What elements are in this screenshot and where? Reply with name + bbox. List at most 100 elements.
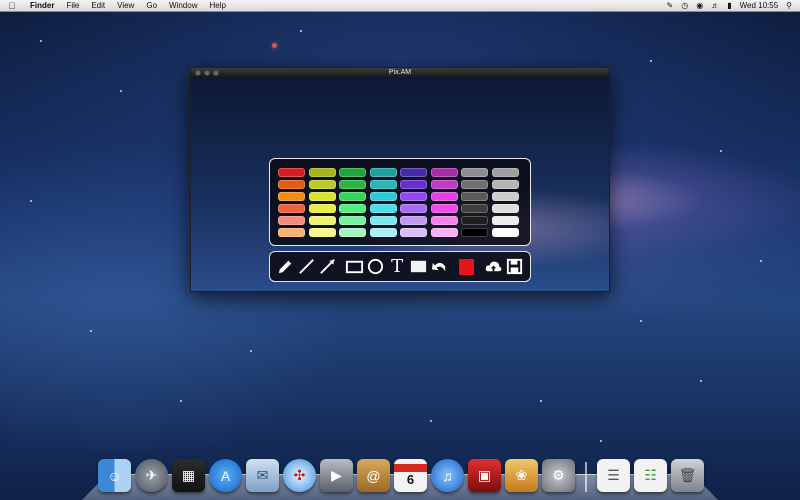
color-swatch[interactable] [430, 192, 458, 201]
color-swatch[interactable] [308, 216, 336, 225]
color-swatch[interactable] [278, 216, 305, 225]
dock: ☺ ✈ ▦ A ✉ ✣ ▶ @ 6 ♫ ▣ ❀ ⚙ ☰ ☷ 🗑 [98, 452, 704, 492]
color-swatch[interactable] [400, 228, 427, 237]
color-swatch[interactable] [430, 204, 458, 213]
menu-view[interactable]: View [111, 0, 140, 12]
color-grid [278, 168, 522, 237]
color-swatch[interactable] [339, 192, 366, 201]
color-swatch[interactable] [339, 168, 366, 177]
arrow-tool-icon[interactable] [318, 256, 337, 277]
color-swatch[interactable] [491, 180, 519, 189]
safari-icon[interactable]: ✣ [283, 459, 316, 492]
color-swatch[interactable] [369, 216, 397, 225]
menu-file[interactable]: File [60, 0, 85, 12]
color-swatch[interactable] [430, 180, 458, 189]
color-swatch[interactable] [400, 180, 427, 189]
wifi-icon[interactable]: ◉ [696, 1, 703, 10]
color-swatch[interactable] [278, 180, 305, 189]
color-swatch[interactable] [369, 168, 397, 177]
selected-color-swatch[interactable] [459, 258, 474, 275]
color-swatch[interactable] [369, 192, 397, 201]
color-swatch[interactable] [308, 180, 336, 189]
window-titlebar[interactable]: Pix.AM [191, 68, 609, 78]
color-swatch[interactable] [430, 216, 458, 225]
color-swatch[interactable] [461, 228, 488, 237]
drawing-toolbar: T [269, 251, 531, 282]
color-swatch[interactable] [461, 216, 488, 225]
color-swatch[interactable] [461, 180, 488, 189]
color-swatch[interactable] [430, 168, 458, 177]
facetime-icon[interactable]: ▶ [320, 459, 353, 492]
color-swatch[interactable] [430, 228, 458, 237]
color-swatch[interactable] [491, 204, 519, 213]
address-book-icon[interactable]: @ [357, 459, 390, 492]
spotlight-icon[interactable]: ⚲ [786, 1, 792, 10]
cloud-upload-tool-icon[interactable] [484, 256, 503, 277]
menu-window[interactable]: Window [163, 0, 203, 12]
color-swatch[interactable] [278, 204, 305, 213]
color-swatch[interactable] [491, 168, 519, 177]
color-swatch[interactable] [491, 216, 519, 225]
window-title: Pix.AM [388, 69, 412, 76]
finder-icon[interactable]: ☺ [98, 459, 131, 492]
rectangle-tool-icon[interactable] [345, 256, 364, 277]
pix-status-icon[interactable]: ✎ [667, 1, 674, 10]
iphoto-icon[interactable]: ❀ [505, 459, 538, 492]
color-swatch[interactable] [491, 192, 519, 201]
color-swatch[interactable] [461, 204, 488, 213]
menu-bar:  Finder File Edit View Go Window Help ✎… [0, 0, 800, 12]
color-swatch[interactable] [461, 192, 488, 201]
text-tool-icon[interactable]: T [388, 256, 407, 277]
color-swatch[interactable] [400, 216, 427, 225]
launchpad-icon[interactable]: ✈ [135, 459, 168, 492]
color-swatch[interactable] [369, 180, 397, 189]
document-icon[interactable]: ☷ [634, 459, 667, 492]
volume-icon[interactable]: ♬ [711, 1, 719, 10]
menu-go[interactable]: Go [140, 0, 163, 12]
color-swatch[interactable] [339, 216, 366, 225]
color-swatch[interactable] [400, 192, 427, 201]
apple-icon[interactable]:  [0, 1, 24, 11]
ellipse-tool-icon[interactable] [366, 256, 385, 277]
color-swatch[interactable] [278, 192, 305, 201]
calendar-icon[interactable]: 6 [394, 459, 427, 492]
highlight-tool-icon[interactable] [409, 256, 428, 277]
color-swatch[interactable] [278, 228, 305, 237]
color-swatch[interactable] [308, 192, 336, 201]
menu-help[interactable]: Help [203, 0, 231, 12]
color-swatch[interactable] [308, 168, 336, 177]
dock-separator [585, 462, 587, 492]
menu-edit[interactable]: Edit [85, 0, 111, 12]
menu-clock[interactable]: Wed 10:55 [740, 1, 779, 10]
color-swatch[interactable] [369, 228, 397, 237]
battery-icon[interactable]: ▮ [727, 1, 731, 10]
color-swatch[interactable] [308, 228, 336, 237]
color-swatch[interactable] [461, 168, 488, 177]
line-tool-icon[interactable] [297, 256, 316, 277]
menu-app-name[interactable]: Finder [24, 0, 60, 12]
color-swatch[interactable] [339, 228, 366, 237]
color-swatch[interactable] [491, 228, 519, 237]
photo-booth-icon[interactable]: ▣ [468, 459, 501, 492]
itunes-icon[interactable]: ♫ [431, 459, 464, 492]
system-preferences-icon[interactable]: ⚙ [542, 459, 575, 492]
mission-control-icon[interactable]: ▦ [172, 459, 205, 492]
color-swatch[interactable] [400, 168, 427, 177]
color-palette [269, 158, 531, 246]
pen-tool-icon[interactable] [276, 256, 295, 277]
save-tool-icon[interactable] [505, 256, 524, 277]
undo-tool-icon[interactable] [430, 256, 449, 277]
color-swatch[interactable] [278, 168, 305, 177]
pix-am-window: Pix.AM T [190, 67, 610, 292]
time-machine-icon[interactable]: ◷ [681, 1, 688, 10]
color-swatch[interactable] [339, 180, 366, 189]
color-swatch[interactable] [339, 204, 366, 213]
trash-icon[interactable]: 🗑 [671, 459, 704, 492]
color-swatch[interactable] [369, 204, 397, 213]
document-icon[interactable]: ☰ [597, 459, 630, 492]
app-store-icon[interactable]: A [209, 459, 242, 492]
color-swatch[interactable] [308, 204, 336, 213]
color-swatch[interactable] [400, 204, 427, 213]
status-area: ✎ ◷ ◉ ♬ ▮ Wed 10:55 ⚲ [667, 1, 800, 10]
mail-icon[interactable]: ✉ [246, 459, 279, 492]
